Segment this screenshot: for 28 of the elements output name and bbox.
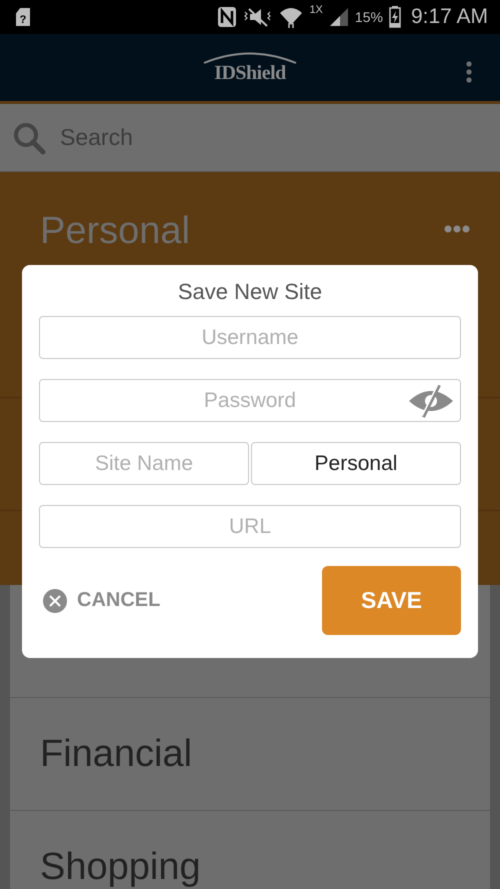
category-name: Shopping <box>40 846 201 888</box>
clock: 9:17 AM <box>410 5 488 29</box>
category-row[interactable]: Shopping <box>10 811 490 889</box>
save-button[interactable]: SAVE <box>322 566 461 635</box>
sim-icon: ? <box>16 8 30 26</box>
category-row[interactable]: Financial <box>10 698 490 811</box>
category-field[interactable]: Personal <box>251 442 461 485</box>
text-field[interactable]: URL <box>39 505 461 548</box>
close-icon <box>43 588 67 612</box>
battery-icon <box>388 6 401 28</box>
more-options-icon[interactable] <box>444 224 470 232</box>
cancel-button[interactable]: CANCEL <box>39 588 160 612</box>
password-field[interactable]: Password <box>39 379 461 422</box>
category-name: Financial <box>40 732 192 776</box>
site-name-field[interactable]: Site Name <box>39 442 249 485</box>
eye-off-icon[interactable] <box>407 383 455 419</box>
network-label: 1X <box>309 4 323 16</box>
more-options-icon[interactable] <box>466 61 472 83</box>
logo-arc-icon <box>202 50 298 64</box>
app-logo: IDShield <box>214 62 286 85</box>
search-icon <box>12 120 46 154</box>
text-field[interactable]: Username <box>39 316 461 359</box>
category-title: Personal <box>40 210 190 252</box>
battery-percent: 15% <box>354 9 383 25</box>
wifi-icon <box>279 5 304 29</box>
nfc-icon <box>217 6 238 28</box>
mute-icon <box>243 7 274 27</box>
signal-icon <box>328 7 349 27</box>
